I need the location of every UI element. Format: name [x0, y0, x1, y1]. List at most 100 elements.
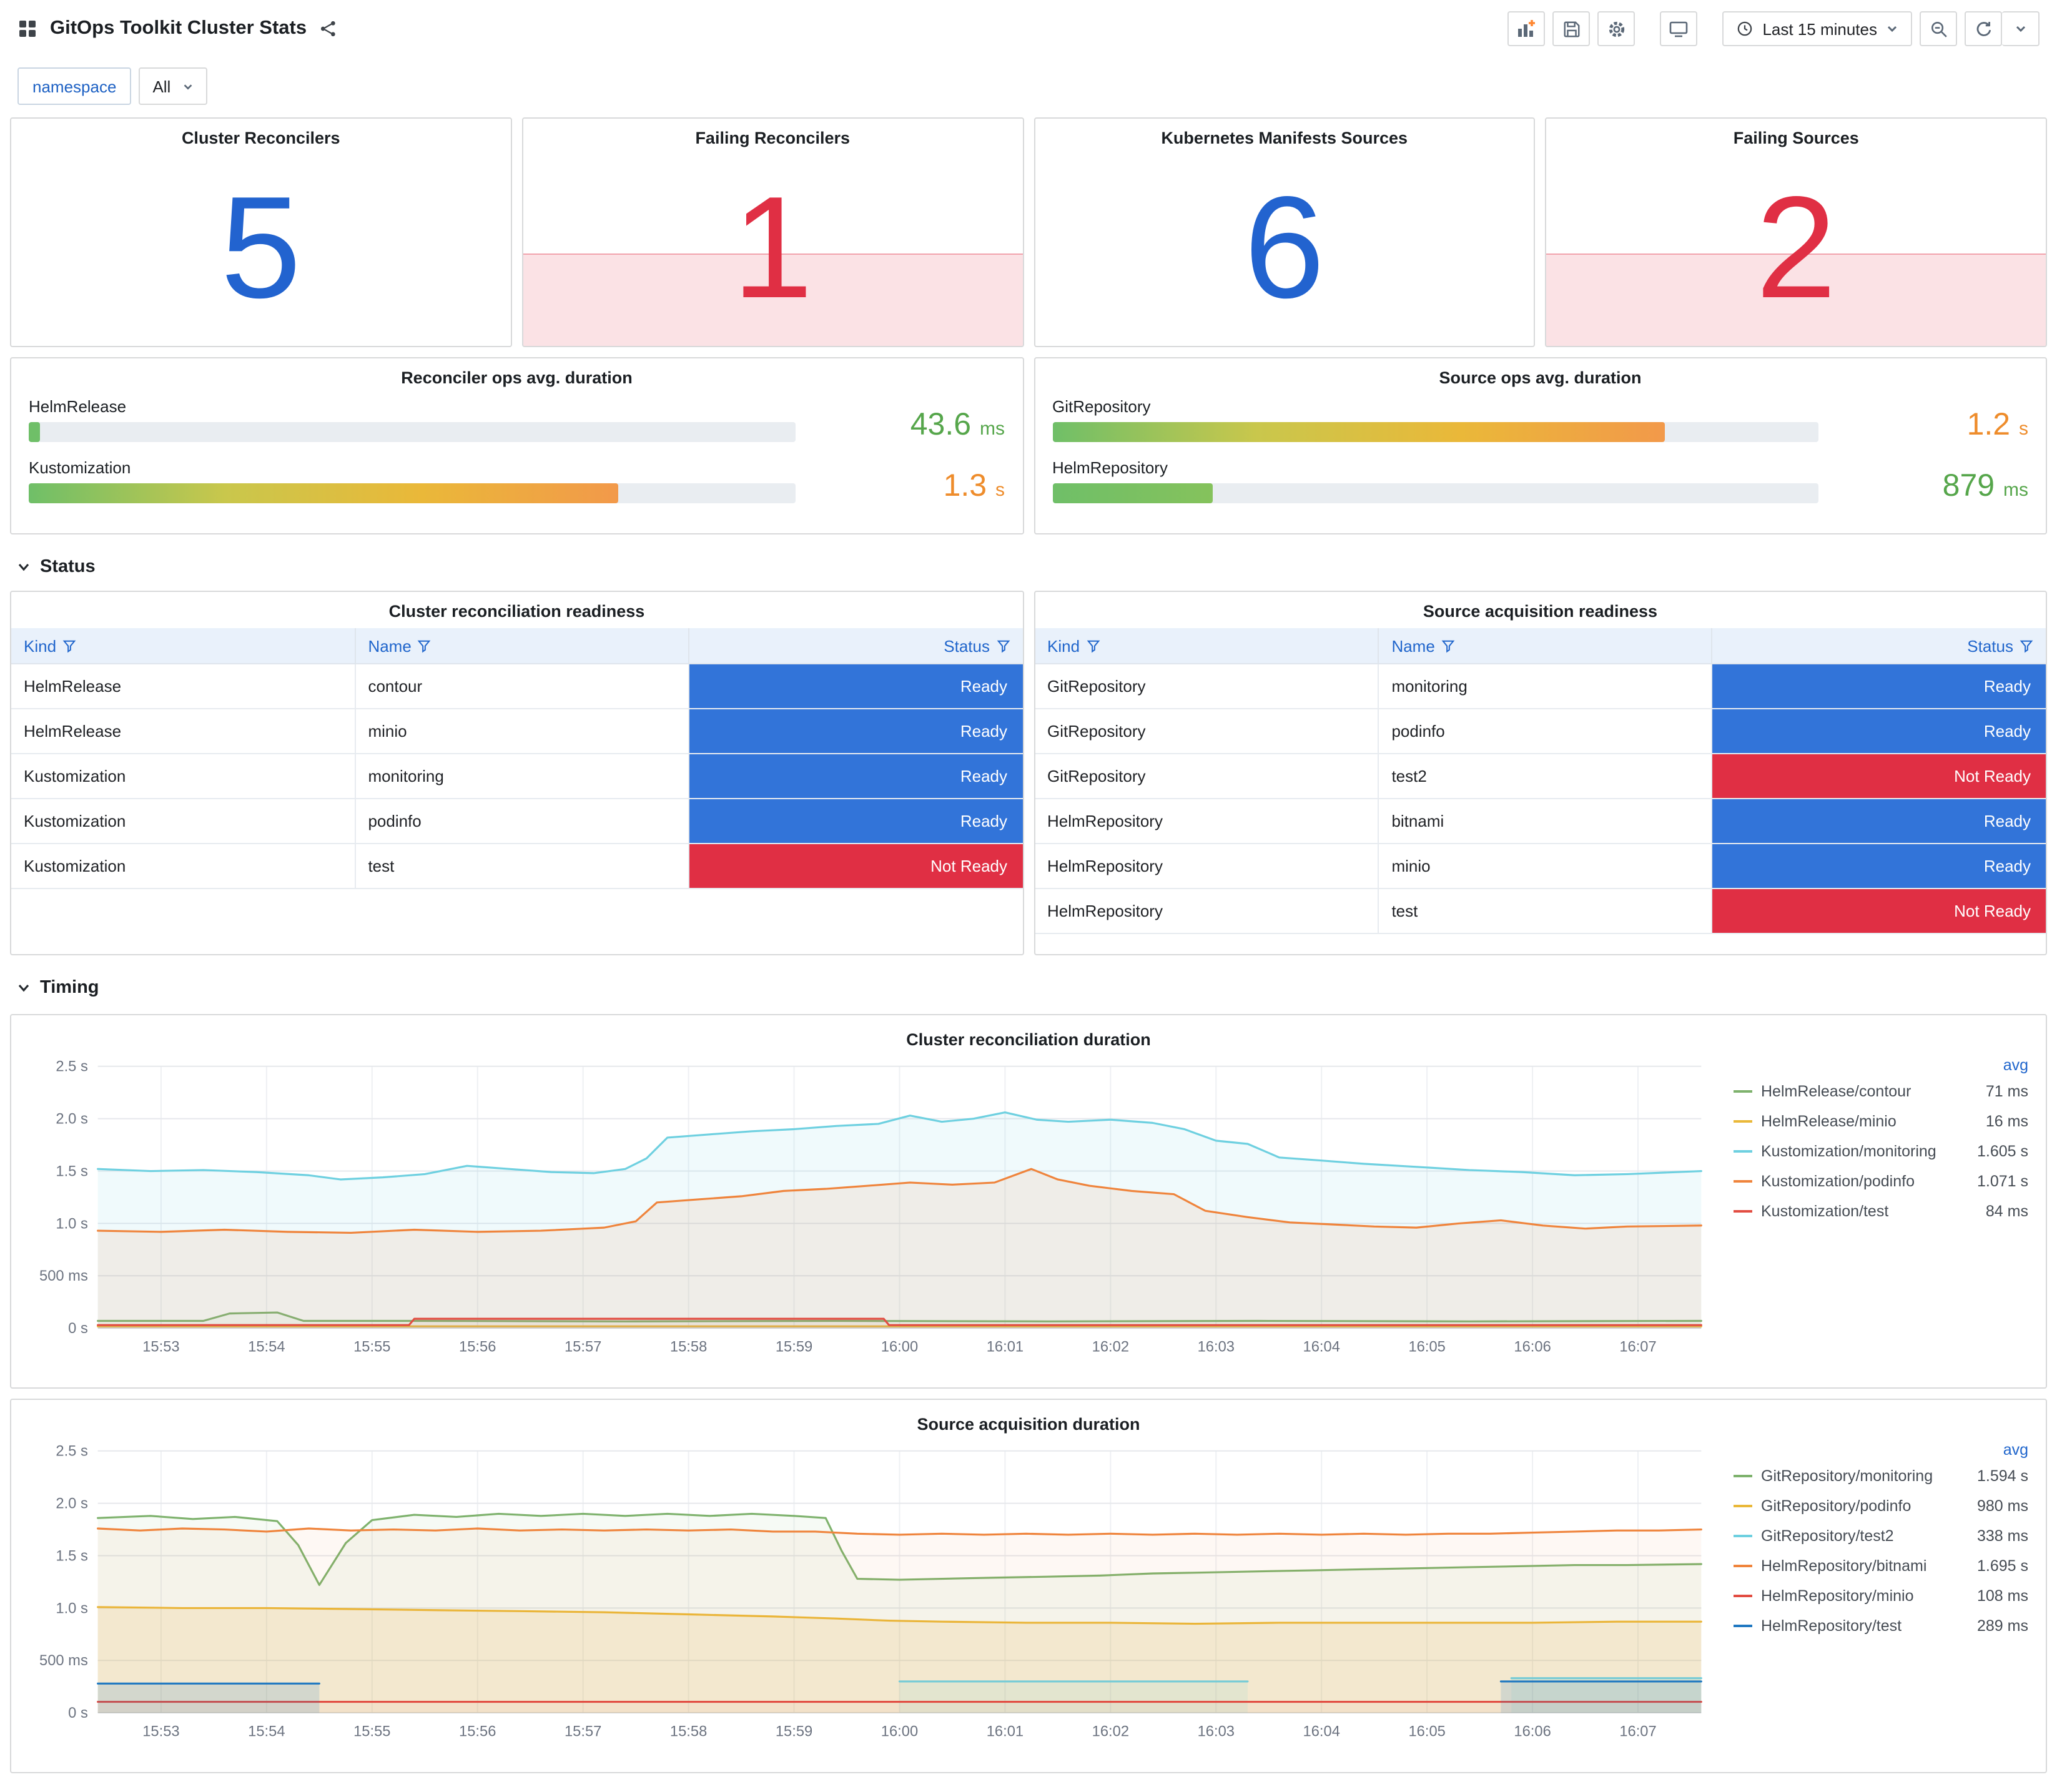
- status-badge: Not Ready: [1712, 889, 2046, 933]
- gauges-row: Reconciler ops avg. duration HelmRelease…: [10, 357, 2047, 534]
- timeseries-chart[interactable]: 15:53 15:54 15:55 15:56 15:57 15:58 15:59 16:00…: [19, 1054, 1721, 1372]
- legend-item[interactable]: GitRepository/test2 338 ms: [1734, 1521, 2028, 1551]
- legend-item[interactable]: Kustomization/test 84 ms: [1734, 1196, 2028, 1226]
- dashboard-settings-button[interactable]: [1597, 11, 1635, 46]
- section-title: Status: [40, 557, 96, 577]
- svg-text:1.5 s: 1.5 s: [56, 1548, 87, 1564]
- legend-item[interactable]: GitRepository/podinfo 980 ms: [1734, 1491, 2028, 1521]
- variable-value-dropdown[interactable]: All: [139, 67, 207, 105]
- bar-gauge-track: [29, 483, 795, 503]
- svg-text:15:55: 15:55: [353, 1724, 390, 1740]
- row-header-status[interactable]: Status: [16, 551, 2047, 583]
- series-color-swatch: [1734, 1534, 1752, 1538]
- column-header-kind[interactable]: Kind: [11, 628, 356, 664]
- gauge-row: Kustomization 1.3 s: [29, 458, 1005, 503]
- save-dashboard-button[interactable]: [1552, 11, 1591, 46]
- chart-legend: avg HelmRelease/contour 71 ms HelmRelease/m…: [1721, 1054, 2036, 1372]
- row-header-timing[interactable]: Timing: [16, 972, 2047, 1004]
- panel-title: Cluster reconciliation readiness: [388, 602, 645, 621]
- table-row: HelmRelease contour Ready: [11, 664, 1022, 709]
- series-avg-value: 71 ms: [1985, 1083, 2028, 1100]
- svg-text:15:56: 15:56: [459, 1339, 496, 1356]
- column-header-name[interactable]: Name: [1378, 628, 1713, 664]
- cell-kind: GitRepository: [1035, 754, 1379, 799]
- cell-status: Ready: [688, 799, 1022, 844]
- gauge-label: HelmRelease: [29, 397, 127, 416]
- time-range-label: Last 15 minutes: [1762, 19, 1877, 38]
- cell-status: Ready: [1712, 709, 2046, 754]
- panel-title: Reconciler ops avg. duration: [401, 368, 633, 387]
- series-avg-value: 338 ms: [1977, 1527, 2028, 1545]
- svg-text:15:53: 15:53: [142, 1339, 179, 1356]
- column-header-status[interactable]: Status: [688, 628, 1022, 664]
- stat-value: 1: [732, 165, 813, 328]
- series-color-swatch: [1734, 1624, 1752, 1628]
- stat-value: 2: [1755, 165, 1837, 328]
- filter-icon[interactable]: [1441, 639, 1455, 652]
- cell-kind: HelmRelease: [11, 709, 356, 754]
- add-panel-button[interactable]: [1507, 11, 1546, 46]
- filter-icon[interactable]: [1086, 639, 1100, 652]
- refresh-button[interactable]: [1965, 11, 2002, 46]
- series-color-swatch: [1734, 1179, 1752, 1183]
- source-ops-panel: Source ops avg. duration GitRepository 1…: [1033, 357, 2047, 534]
- cell-name: podinfo: [1378, 709, 1713, 754]
- timeseries-plot[interactable]: 15:53 15:54 15:55 15:56 15:57 15:58 15:59 16:00…: [19, 1054, 1721, 1366]
- time-range-picker[interactable]: Last 15 minutes: [1722, 11, 1912, 46]
- legend-item[interactable]: HelmRelease/minio 16 ms: [1734, 1106, 2028, 1136]
- table-row: Kustomization podinfo Ready: [11, 799, 1022, 844]
- gauge-label: HelmRepository: [1052, 458, 1168, 477]
- cell-name: minio: [1378, 844, 1713, 889]
- svg-text:2.0 s: 2.0 s: [56, 1496, 87, 1512]
- svg-text:16:02: 16:02: [1092, 1339, 1129, 1356]
- svg-text:16:06: 16:06: [1514, 1724, 1551, 1740]
- table-header-row: Kind Name Status: [1035, 628, 2046, 664]
- svg-text:16:02: 16:02: [1092, 1724, 1129, 1740]
- legend-item[interactable]: Kustomization/monitoring 1.605 s: [1734, 1136, 2028, 1166]
- series-avg-value: 980 ms: [1977, 1497, 2028, 1515]
- legend-item[interactable]: GitRepository/monitoring 1.594 s: [1734, 1461, 2028, 1491]
- legend-item[interactable]: HelmRelease/contour 71 ms: [1734, 1076, 2028, 1106]
- series-name: HelmRelease/contour: [1761, 1083, 1911, 1100]
- svg-text:2.5 s: 2.5 s: [56, 1444, 87, 1460]
- timeseries-plot[interactable]: 15:53 15:54 15:55 15:56 15:57 15:58 15:59 16:00…: [19, 1439, 1721, 1750]
- bar-gauge-track: [1052, 422, 1818, 442]
- svg-text:15:56: 15:56: [459, 1724, 496, 1740]
- series-color-swatch: [1734, 1209, 1752, 1213]
- cell-name: test: [355, 844, 689, 889]
- cell-status: Ready: [1712, 664, 2046, 709]
- timeseries-chart[interactable]: 15:53 15:54 15:55 15:56 15:57 15:58 15:59 16:00…: [19, 1439, 1721, 1756]
- share-icon[interactable]: [319, 20, 337, 37]
- filter-icon[interactable]: [996, 639, 1010, 652]
- svg-text:16:01: 16:01: [987, 1339, 1024, 1356]
- svg-text:16:05: 16:05: [1408, 1724, 1445, 1740]
- legend-item[interactable]: HelmRepository/minio 108 ms: [1734, 1581, 2028, 1611]
- column-header-name[interactable]: Name: [355, 628, 689, 664]
- filter-icon[interactable]: [418, 639, 432, 652]
- svg-text:16:07: 16:07: [1619, 1339, 1656, 1356]
- section-title: Timing: [40, 978, 99, 998]
- legend-item[interactable]: HelmRepository/bitnami 1.695 s: [1734, 1551, 2028, 1581]
- series-name: HelmRelease/minio: [1761, 1113, 1897, 1130]
- legend-item[interactable]: Kustomization/podinfo 1.071 s: [1734, 1166, 2028, 1196]
- cell-status: Ready: [1712, 844, 2046, 889]
- gauge-row: HelmRepository 879 ms: [1052, 458, 2028, 503]
- dashboards-grid-icon[interactable]: [17, 19, 37, 39]
- column-header-kind[interactable]: Kind: [1035, 628, 1379, 664]
- legend-item[interactable]: HelmRepository/test 289 ms: [1734, 1611, 2028, 1641]
- filter-icon[interactable]: [62, 639, 76, 652]
- series-color-swatch: [1734, 1564, 1752, 1568]
- svg-text:2.5 s: 2.5 s: [56, 1059, 87, 1075]
- filter-icon[interactable]: [2020, 639, 2033, 652]
- status-badge: Ready: [689, 799, 1022, 843]
- cell-status: Ready: [1712, 799, 2046, 844]
- table-row: GitRepository podinfo Ready: [1035, 709, 2046, 754]
- series-color-swatch: [1734, 1474, 1752, 1478]
- zoom-out-button[interactable]: [1920, 11, 1957, 46]
- cycle-view-tv-button[interactable]: [1660, 11, 1698, 46]
- refresh-interval-dropdown[interactable]: [2002, 11, 2040, 46]
- gauge-value: 879 ms: [1942, 468, 2028, 503]
- svg-text:2.0 s: 2.0 s: [56, 1111, 87, 1128]
- column-header-status[interactable]: Status: [1712, 628, 2046, 664]
- svg-text:15:58: 15:58: [670, 1724, 707, 1740]
